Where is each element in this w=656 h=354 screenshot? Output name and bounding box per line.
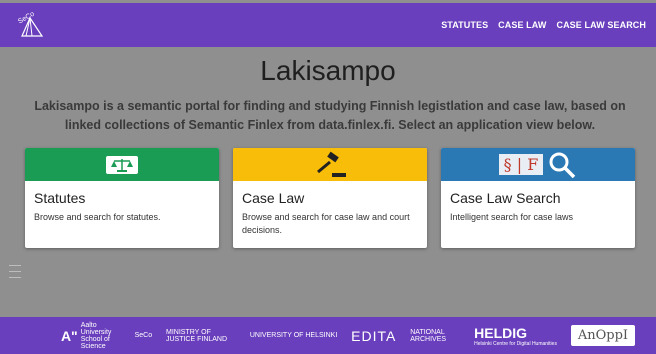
ministry-of-justice-logo[interactable]: MINISTRY OF JUSTICE FINLAND [166,329,236,343]
seco-footer-text: SeCo [134,332,153,339]
university-of-helsinki-logo[interactable]: UNIVERSITY OF HELSINKI [250,332,337,339]
card-case-law-search[interactable]: § | F Case Law Search Intelligent search… [441,148,635,248]
edita-logo[interactable]: EDITA [351,328,396,344]
heldig-logo[interactable]: HELDIG Helsinki Centre for Digital Human… [474,325,557,347]
card-case-law-search-description: Intelligent search for case laws [450,212,574,222]
nav-case-law[interactable]: CASE LAW [498,20,546,30]
magnifier-icon [549,152,576,178]
card-case-law-search-title: Case Law Search [450,190,561,206]
card-statutes[interactable]: Statutes Browse and search for statutes. [25,148,219,248]
nav-statutes[interactable]: STATUTES [441,20,488,30]
page-title: Lakisampo [260,55,396,86]
card-case-law[interactable]: Case Law Browse and search for case law … [233,148,427,248]
aalto-text: Aalto University School of Science [80,321,112,350]
aalto-mark: A" [60,327,78,344]
top-app-bar: SeCo STATUTES CASE LAW CASE LAW SEARCH [0,3,656,47]
heldig-text: Helsinki Centre for Digital Humanities [474,340,557,347]
main-nav: STATUTES CASE LAW CASE LAW SEARCH [441,20,646,30]
card-statutes-title: Statutes [34,190,86,206]
seco-logo-icon: SeCo [17,11,44,37]
main-content: Lakisampo Lakisampo is a semantic portal… [0,47,656,317]
card-statutes-media [25,148,219,181]
seco-footer-logo[interactable]: SeCo [135,332,153,339]
card-case-law-description: Browse and search for case law and court… [242,212,410,235]
edita-text: EDITA [351,327,397,344]
footer-logos: A" Aalto University School of Science Se… [0,317,656,354]
scales-icon [106,155,138,174]
seco-logo[interactable]: SeCo [16,10,46,40]
heldig-mark: HELDIG [474,324,528,341]
archives-text: NATIONAL ARCHIVES [410,328,447,343]
uh-text: UNIVERSITY OF HELSINKI [249,332,338,339]
gavel-icon [317,151,346,177]
nav-case-law-search[interactable]: CASE LAW SEARCH [556,20,646,30]
app-cards: Statutes Browse and search for statutes.… [25,148,635,248]
card-case-law-media [233,148,427,181]
page-description: Lakisampo is a semantic portal for findi… [34,99,626,132]
national-archives-logo[interactable]: NATIONAL ARCHIVES [410,329,460,343]
card-case-law-title: Case Law [242,190,305,206]
ministry-text: MINISTRY OF JUSTICE FINLAND [165,328,228,343]
aalto-logo[interactable]: A" Aalto University School of Science [61,322,121,350]
anoppi-logo[interactable]: AnOppI [570,325,636,346]
card-case-law-search-media: § | F [441,148,635,181]
side-drag-handle[interactable] [9,265,21,287]
law-text-badge: § | F [498,154,544,175]
card-statutes-description: Browse and search for statutes. [34,212,161,222]
